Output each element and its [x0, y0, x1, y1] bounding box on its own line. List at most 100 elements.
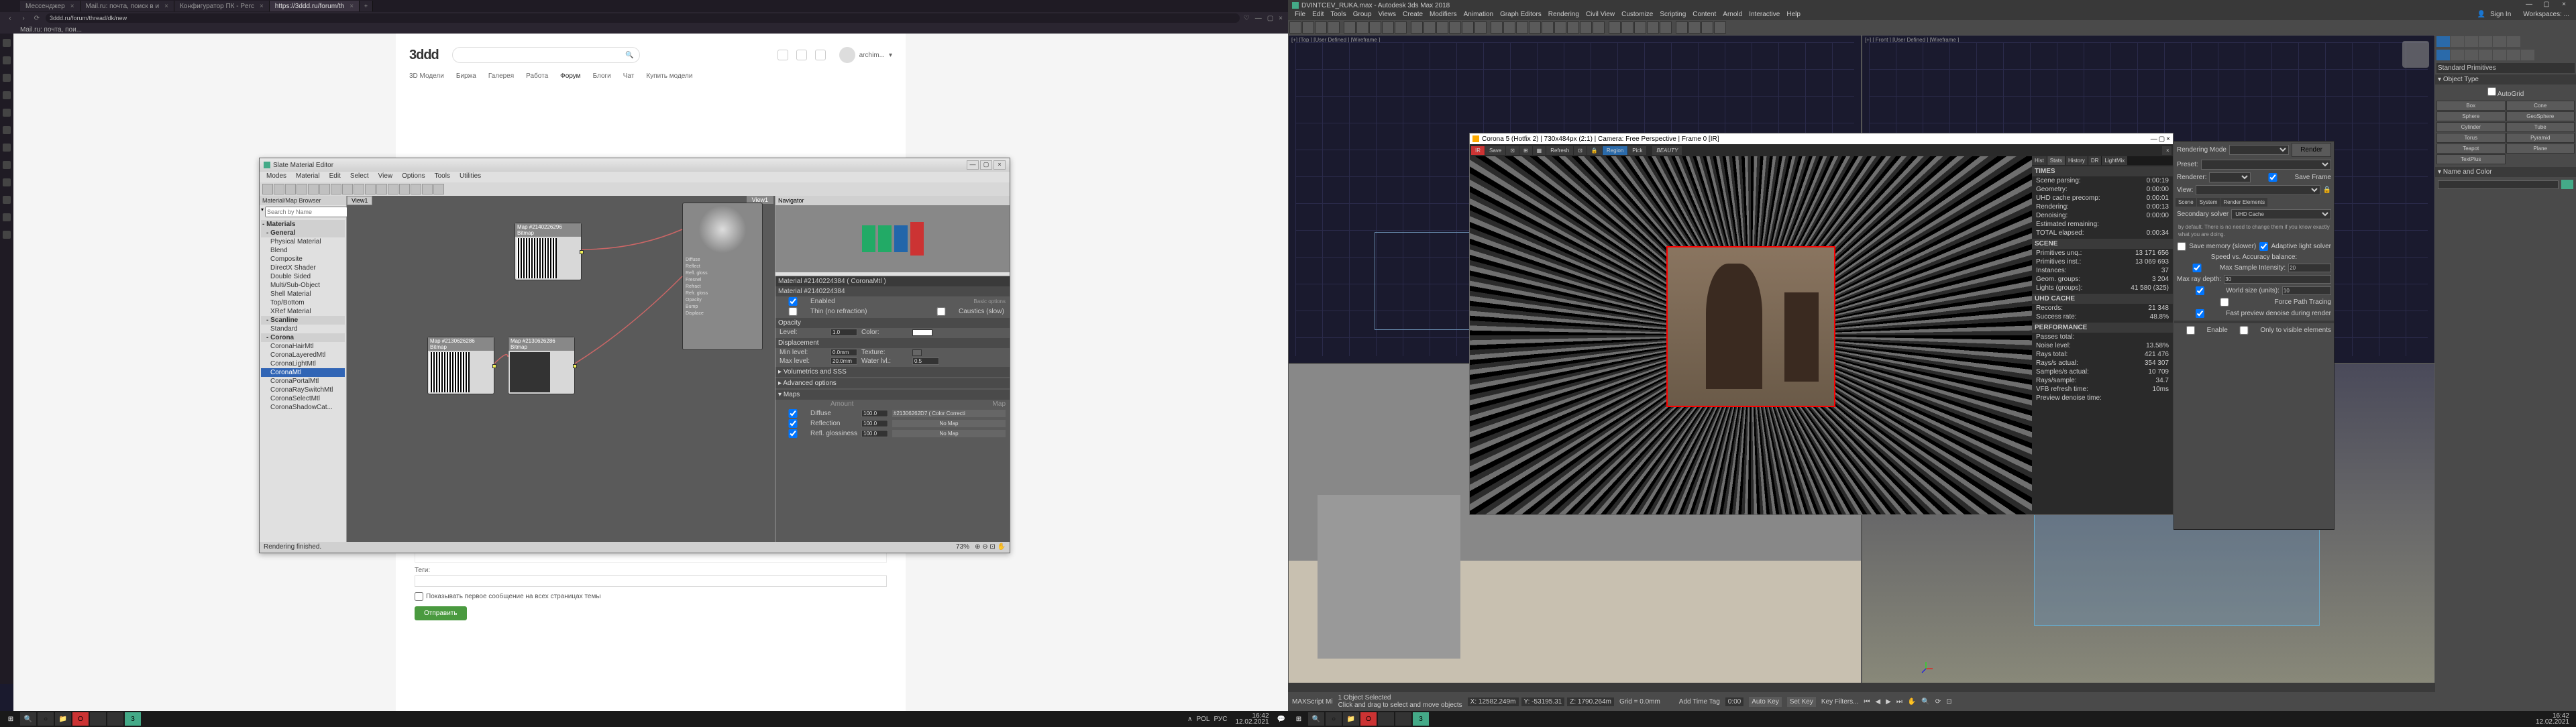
start-button[interactable]: ⊞	[3, 712, 19, 726]
refresh-button[interactable]: Refresh	[1546, 146, 1573, 155]
toolbar-button[interactable]	[1567, 21, 1579, 34]
pass-dropdown[interactable]: BEAUTY	[1652, 146, 1682, 155]
toolbar-button[interactable]	[1289, 21, 1301, 34]
close-icon[interactable]: ×	[2166, 135, 2170, 143]
maps-section[interactable]: ▾ Maps	[775, 390, 1010, 400]
toolbar-button[interactable]	[1382, 21, 1394, 34]
toolbar-button[interactable]	[354, 184, 364, 194]
menu-group[interactable]: Group	[1350, 11, 1375, 20]
toolbar-button[interactable]	[1302, 21, 1314, 34]
lights-tab[interactable]	[2465, 50, 2478, 60]
reflection-map-button[interactable]: No Map	[892, 420, 1006, 427]
task-cortana[interactable]: ○	[1326, 712, 1342, 726]
tab-3ddd[interactable]: https://3ddd.ru/forum/th×	[270, 1, 360, 11]
textplus-button[interactable]: TextPlus	[2436, 154, 2506, 164]
maximize-icon[interactable]: ▢	[980, 160, 992, 170]
sidebar-icon[interactable]	[3, 178, 11, 186]
level-input[interactable]	[830, 329, 857, 336]
sidebar-icon[interactable]	[3, 231, 11, 239]
torus-button[interactable]: Torus	[2436, 133, 2506, 143]
tab-mailru[interactable]: Mail.ru: почта, поиск в и×	[80, 1, 174, 11]
sidebar-icon[interactable]	[3, 91, 11, 99]
menu-views[interactable]: Views	[1376, 11, 1399, 20]
task-explorer[interactable]: 📁	[55, 712, 71, 726]
preset-dropdown[interactable]	[2201, 160, 2331, 170]
menu-civil[interactable]: Civil View	[1583, 11, 1617, 20]
tray-notifications-icon[interactable]: 💬	[1277, 716, 1285, 723]
toolbar-button[interactable]	[1516, 21, 1528, 34]
menu-tools[interactable]: Tools	[431, 172, 454, 182]
nav-icon[interactable]: ✋	[1908, 698, 1916, 706]
tags-input[interactable]	[415, 575, 887, 587]
teapot-button[interactable]: Teapot	[2436, 144, 2506, 154]
reflection-amount[interactable]	[861, 420, 888, 427]
tree-item[interactable]: Blend	[261, 246, 345, 255]
minimize-icon[interactable]: —	[1255, 15, 1262, 22]
save-button[interactable]: Save	[1485, 146, 1505, 155]
coord-x[interactable]: X: 12582.249m	[1468, 697, 1519, 706]
display-tab[interactable]	[2493, 36, 2506, 47]
sidebar-icon[interactable]	[3, 74, 11, 82]
sidebar-icon[interactable]	[3, 39, 11, 47]
tab-history[interactable]: History	[2065, 156, 2088, 165]
toolbar-button[interactable]	[1647, 21, 1659, 34]
viewcube[interactable]	[2402, 41, 2429, 68]
tray-clock[interactable]: 16:4212.02.2021	[1231, 713, 1273, 725]
task-app[interactable]	[90, 712, 106, 726]
toolbar-button[interactable]	[1411, 21, 1423, 34]
coord-y[interactable]: Y: -53195.31	[1521, 697, 1565, 706]
tray-lang[interactable]: POL	[1196, 716, 1210, 723]
nav-icon[interactable]: 🔍	[1921, 698, 1929, 706]
tree-item[interactable]: Composite	[261, 255, 345, 264]
nav-icon[interactable]: ⊕ ⊖ ⊡ ✋	[975, 543, 1006, 551]
task-3dsmax[interactable]: 3	[125, 712, 141, 726]
toolbar-button[interactable]	[1621, 21, 1633, 34]
setkey-button[interactable]: Set Key	[1787, 697, 1816, 707]
task-search[interactable]: 🔍	[1308, 712, 1324, 726]
tab-stats[interactable]: Stats	[2047, 156, 2065, 165]
save-memory-checkbox[interactable]	[2177, 242, 2186, 251]
toolbar-button[interactable]	[1344, 21, 1356, 34]
tree-item[interactable]: Shell Material	[261, 290, 345, 298]
close-panel-icon[interactable]: ×	[2162, 146, 2171, 155]
toolbar-button[interactable]: ▦	[1533, 146, 1546, 155]
task-cortana[interactable]: ○	[38, 712, 54, 726]
ir-stop-button[interactable]: IR	[1471, 146, 1485, 155]
menu-modes[interactable]: Modes	[262, 172, 290, 182]
secondary-solver-dropdown[interactable]: UHD Cache	[2231, 209, 2331, 219]
fast-preview-checkbox[interactable]	[2177, 309, 2223, 318]
sidebar-icon[interactable]	[3, 213, 11, 221]
task-search[interactable]: 🔍	[20, 712, 36, 726]
menu-content[interactable]: Content	[1690, 11, 1719, 20]
sidebar-icon[interactable]	[3, 161, 11, 169]
tree-item[interactable]: CoronaSelectMtl	[261, 394, 345, 403]
thin-checkbox[interactable]	[780, 307, 806, 316]
toolbar-button[interactable]	[1503, 21, 1515, 34]
nav-icon[interactable]: ⟳	[1935, 698, 1941, 706]
menu-rendering[interactable]: Rendering	[1546, 11, 1582, 20]
site-logo[interactable]: 3ddd	[409, 48, 439, 63]
close-icon[interactable]: ×	[350, 3, 354, 10]
menu-utilities[interactable]: Utilities	[455, 172, 485, 182]
max-sample-input[interactable]	[2288, 264, 2331, 272]
diffuse-checkbox[interactable]	[780, 409, 806, 418]
toolbar-button[interactable]	[1676, 21, 1688, 34]
pick-button[interactable]: Pick	[1628, 146, 1646, 155]
nav-chat[interactable]: Чат	[623, 72, 635, 80]
toolbar-button[interactable]	[1449, 21, 1461, 34]
toolbar-button[interactable]: ⊞	[1519, 146, 1532, 155]
tree-materials[interactable]: - Materials	[261, 220, 345, 229]
nav-buy[interactable]: Купить модели	[646, 72, 692, 80]
toolbar-button[interactable]	[308, 184, 319, 194]
object-color-swatch[interactable]	[2561, 180, 2573, 189]
close-icon[interactable]: ×	[1279, 15, 1283, 22]
toolbar-button[interactable]	[1542, 21, 1554, 34]
reflection-checkbox[interactable]	[780, 419, 806, 428]
tree-item[interactable]: CoronaLightMtl	[261, 359, 345, 368]
nav-forum[interactable]: Форум	[560, 72, 580, 80]
nav-exchange[interactable]: Биржа	[456, 72, 476, 80]
target-dropdown[interactable]	[2229, 145, 2289, 155]
sidebar-icon[interactable]	[3, 56, 11, 64]
warps-tab[interactable]	[2507, 50, 2520, 60]
min-level-input[interactable]	[830, 349, 857, 356]
